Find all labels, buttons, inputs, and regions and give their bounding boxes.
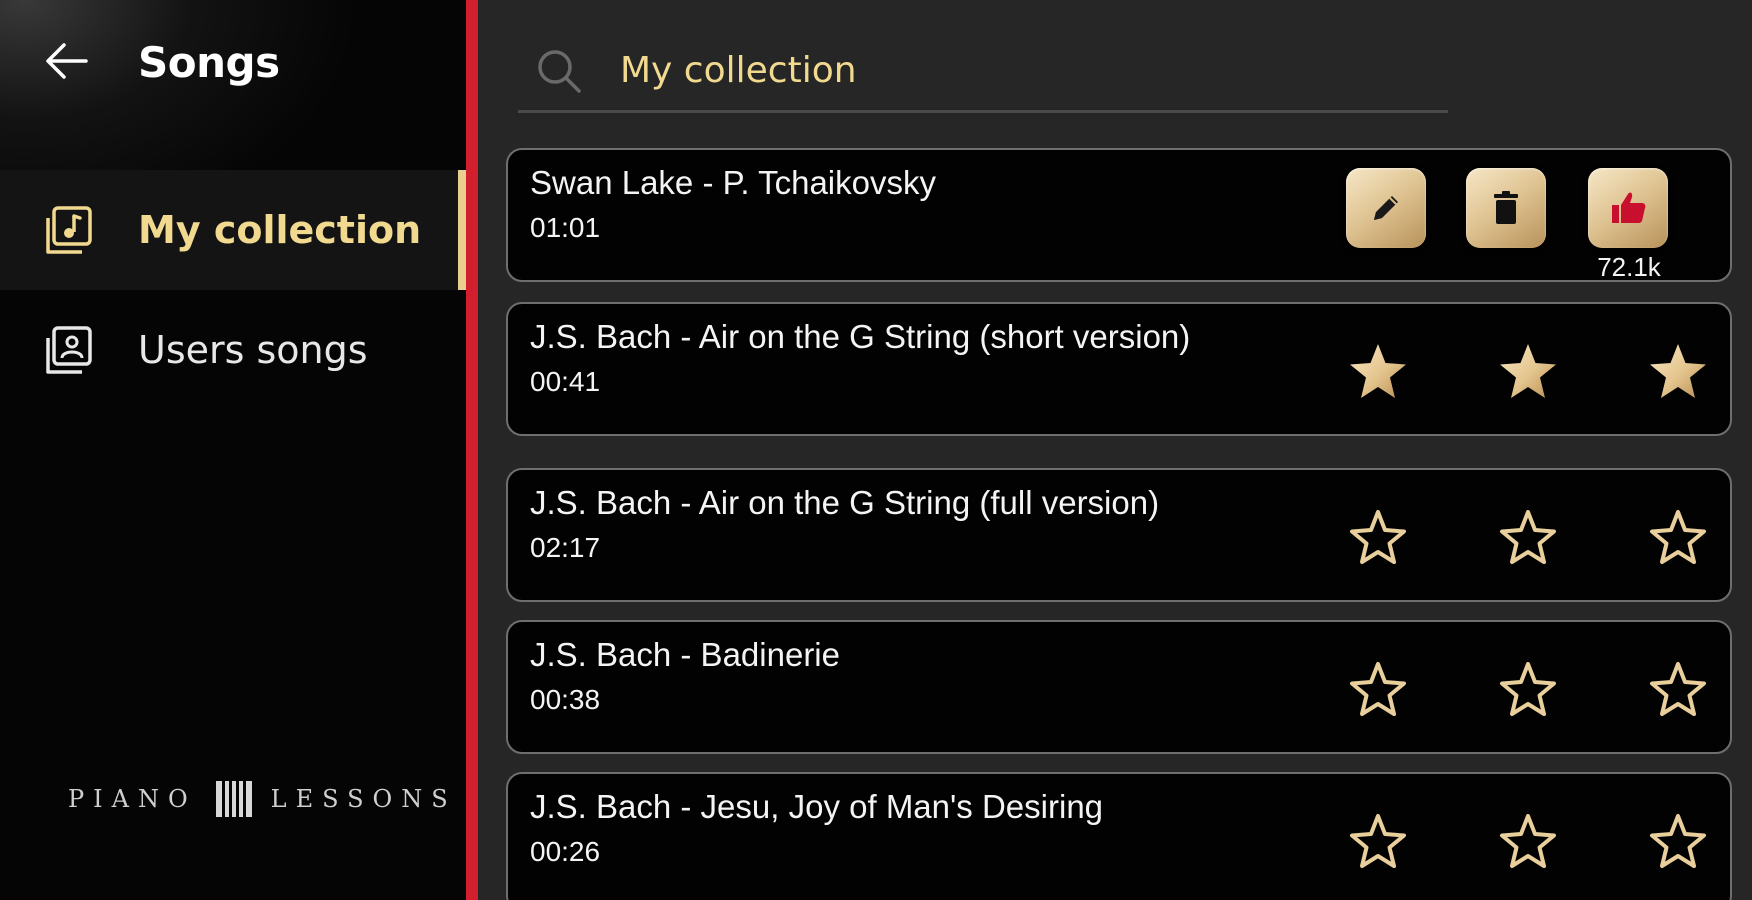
song-duration: 00:41 xyxy=(530,366,601,397)
star-outline-icon[interactable] xyxy=(1646,658,1710,722)
sidebar-item-label: Users songs xyxy=(138,328,368,372)
song-title: J.S. Bach - Badinerie xyxy=(530,636,840,673)
divider xyxy=(466,0,478,900)
edit-button[interactable] xyxy=(1346,168,1426,248)
thumbs-up-icon xyxy=(1612,192,1646,223)
brand-text-left: PIANO xyxy=(68,785,197,813)
star-outline-icon[interactable] xyxy=(1496,810,1560,874)
active-indicator xyxy=(458,170,466,290)
song-row[interactable]: J.S. Bach - Badinerie 00:38 xyxy=(506,620,1732,754)
brand-text-right: LESSONS xyxy=(270,785,457,813)
star-filled-icon[interactable] xyxy=(1346,340,1410,404)
music-library-icon xyxy=(46,206,92,254)
delete-button[interactable] xyxy=(1466,168,1546,248)
star-outline-icon[interactable] xyxy=(1646,810,1710,874)
sidebar-item-users-songs[interactable]: Users songs xyxy=(0,290,466,410)
star-filled-icon[interactable] xyxy=(1496,340,1560,404)
song-duration: 02:17 xyxy=(530,532,601,563)
trash-icon xyxy=(1494,191,1518,224)
search-underline xyxy=(518,40,1448,113)
like-count: 72.1k xyxy=(1597,252,1661,282)
star-outline-icon[interactable] xyxy=(1346,658,1410,722)
sidebar: Songs My collection Users songs PIANO LE… xyxy=(0,0,466,900)
sidebar-item-label: My collection xyxy=(138,208,422,252)
song-duration: 01:01 xyxy=(530,212,601,243)
song-duration: 00:38 xyxy=(530,684,601,715)
star-outline-icon[interactable] xyxy=(1496,506,1560,570)
star-outline-icon[interactable] xyxy=(1496,658,1560,722)
song-row[interactable]: J.S. Bach - Air on the G String (short v… xyxy=(506,302,1732,436)
piano-keys-icon xyxy=(215,781,252,817)
song-title: J.S. Bach - Jesu, Joy of Man's Desiring xyxy=(530,788,1104,825)
main-content: Swan Lake - P. Tchaikovsky 01:01 xyxy=(478,0,1752,900)
song-row[interactable]: Swan Lake - P. Tchaikovsky 01:01 72.1k xyxy=(506,148,1732,282)
song-title: J.S. Bach - Air on the G String (short v… xyxy=(530,318,1191,355)
song-duration: 00:26 xyxy=(530,836,601,867)
star-outline-icon[interactable] xyxy=(1346,506,1410,570)
user-library-icon xyxy=(46,326,92,374)
song-title: Swan Lake - P. Tchaikovsky xyxy=(530,164,936,201)
like-button[interactable] xyxy=(1588,168,1668,248)
brand-logo: PIANO LESSONS xyxy=(68,780,457,818)
star-outline-icon[interactable] xyxy=(1346,810,1410,874)
back-arrow-icon[interactable] xyxy=(42,36,92,86)
sidebar-item-my-collection[interactable]: My collection xyxy=(0,170,466,290)
song-row[interactable]: J.S. Bach - Jesu, Joy of Man's Desiring … xyxy=(506,772,1732,900)
pencil-icon xyxy=(1374,196,1398,220)
star-filled-icon[interactable] xyxy=(1646,340,1710,404)
song-title: J.S. Bach - Air on the G String (full ve… xyxy=(530,484,1160,521)
page-title: Songs xyxy=(138,38,280,87)
app-window: Songs My collection Users songs PIANO LE… xyxy=(0,0,1752,900)
song-row[interactable]: J.S. Bach - Air on the G String (full ve… xyxy=(506,468,1732,602)
star-outline-icon[interactable] xyxy=(1646,506,1710,570)
sidebar-header: Songs xyxy=(0,0,466,130)
